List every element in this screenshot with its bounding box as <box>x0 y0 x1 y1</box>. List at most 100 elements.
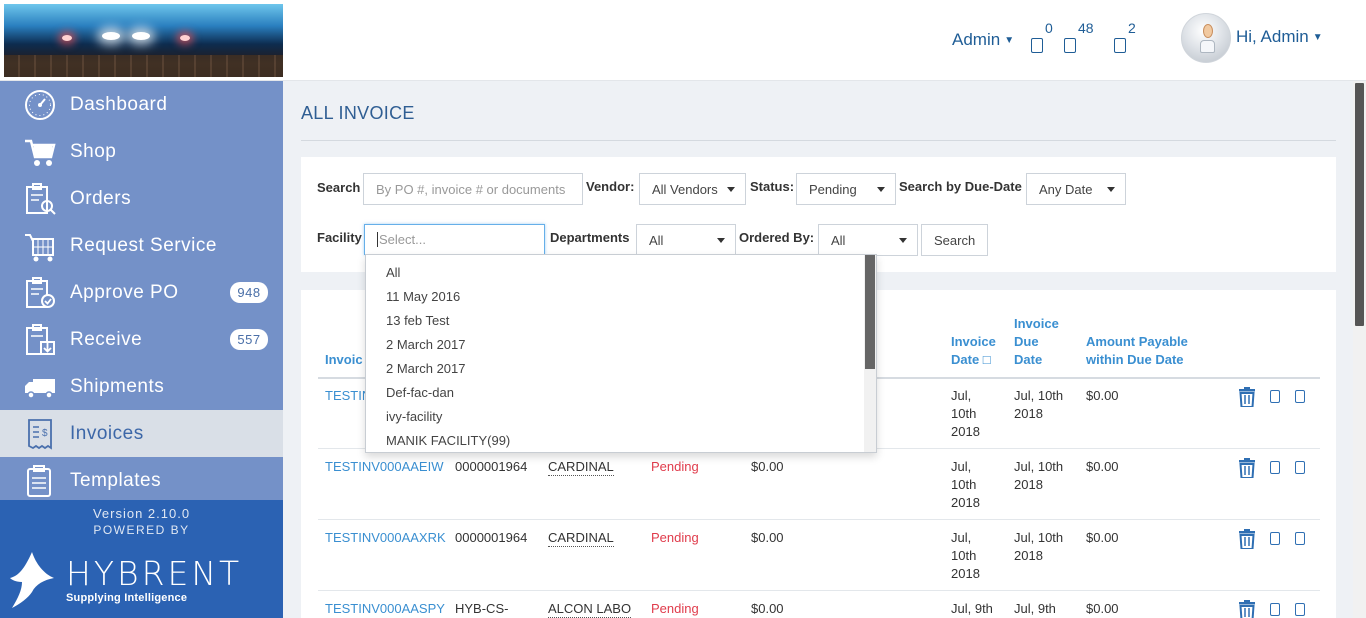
user-menu[interactable]: Hi, Admin ▼ <box>1236 27 1323 47</box>
facility-option[interactable]: 2 March 2017 <box>386 361 466 376</box>
sidebar-item-shop[interactable]: Shop <box>0 128 283 175</box>
po-number: 0000001964 <box>455 459 528 474</box>
edit-icon[interactable] <box>1270 390 1280 403</box>
status-badge: Pending <box>651 601 699 616</box>
avatar[interactable] <box>1181 13 1231 63</box>
column-header-due-date[interactable]: Invoice Due Date <box>1014 315 1059 369</box>
text-cursor <box>377 232 378 247</box>
sidebar-item-label: Shipments <box>70 375 165 397</box>
dropdown-scrollbar-thumb[interactable] <box>865 255 875 369</box>
search-input[interactable]: By PO #, invoice # or documents <box>363 173 583 205</box>
sidebar-item-approve-po[interactable]: Approve PO 948 <box>0 269 283 316</box>
invoice-link[interactable]: TESTINV000AASPY <box>325 600 445 618</box>
header-line: Due <box>1014 334 1039 349</box>
search-button[interactable]: Search <box>921 224 988 256</box>
invoice-date: Jul, 10th 2018 <box>951 458 980 512</box>
view-icon[interactable] <box>1295 603 1305 616</box>
invoice-icon: $ <box>23 417 57 451</box>
sidebar-item-receive[interactable]: Receive 557 <box>0 316 283 363</box>
date-line: 2018 <box>1014 406 1043 421</box>
facility-option[interactable]: 11 May 2016 <box>386 289 460 304</box>
column-header-invoice[interactable]: Invoic <box>325 351 363 369</box>
header-line: Amount Payable <box>1086 334 1188 349</box>
departments-select[interactable]: All <box>636 224 736 256</box>
amount-payable: $0.00 <box>1086 530 1119 545</box>
date-line: 2018 <box>951 566 980 581</box>
sidebar-item-templates[interactable]: Templates <box>0 457 283 504</box>
dropdown-scrollbar[interactable] <box>864 255 876 452</box>
trash-icon[interactable] <box>1238 458 1256 478</box>
sidebar-item-invoices[interactable]: $ Invoices <box>0 410 283 457</box>
vendor-select-value: All Vendors <box>652 181 718 197</box>
request-service-icon <box>23 229 57 263</box>
facility-option[interactable]: ivy-facility <box>386 409 442 424</box>
facility-option[interactable]: 2 March 2017 <box>386 337 466 352</box>
status-select-value: Pending <box>809 181 857 197</box>
facility-input[interactable]: Select... <box>364 224 545 255</box>
svg-text:$: $ <box>42 428 48 439</box>
sidebar-item-dashboard[interactable]: Dashboard <box>0 81 283 128</box>
vendor-name[interactable]: CARDINAL <box>548 530 614 547</box>
sidebar-item-request-service[interactable]: Request Service <box>0 222 283 269</box>
due-date: Jul, 10th 2018 <box>1014 458 1063 494</box>
due-date: Jul, 10th 2018 <box>1014 387 1063 423</box>
trash-icon[interactable] <box>1238 529 1256 549</box>
sidebar-item-orders[interactable]: Orders <box>0 175 283 222</box>
vendor-select[interactable]: All Vendors <box>639 173 746 205</box>
date-line: 2018 <box>951 424 980 439</box>
column-header-amount-payable[interactable]: Amount Payable within Due Date <box>1086 333 1188 369</box>
invoice-date: Jul, 10th 2018 <box>951 529 980 583</box>
due-date-select-value: Any Date <box>1039 181 1093 197</box>
sidebar-item-shipments[interactable]: Shipments <box>0 363 283 410</box>
task-icon[interactable]: 2 <box>1114 20 1136 55</box>
edit-icon[interactable] <box>1270 532 1280 545</box>
message-icon[interactable]: 48 <box>1064 20 1094 55</box>
ordered-by-select[interactable]: All <box>818 224 918 256</box>
status-select[interactable]: Pending <box>796 173 896 205</box>
date-line: 10th <box>951 406 977 421</box>
ordered-by-label: Ordered By: <box>739 230 815 245</box>
vendor-name[interactable]: CARDINAL <box>548 459 614 476</box>
invoice-link[interactable]: TESTINV000AAEIW <box>325 458 443 476</box>
admin-menu[interactable]: Admin ▼ <box>952 30 1014 50</box>
edit-icon[interactable] <box>1270 461 1280 474</box>
header-line: Date □ <box>951 352 991 367</box>
notification-count: 0 <box>1045 20 1053 36</box>
amount-payable: $0.00 <box>1086 388 1119 403</box>
status-badge: Pending <box>651 530 699 545</box>
header-banner-image <box>4 4 283 77</box>
facility-option[interactable]: 13 feb Test <box>386 313 449 328</box>
page-title: ALL INVOICE <box>301 103 415 123</box>
view-icon[interactable] <box>1295 532 1305 545</box>
templates-icon <box>23 464 57 498</box>
page-scrollbar[interactable] <box>1353 81 1366 618</box>
vendor-name[interactable]: ALCON LABO <box>548 601 632 618</box>
user-greeting: Hi, Admin <box>1236 27 1309 46</box>
invoice-amount: $0.00 <box>751 459 784 474</box>
edit-icon[interactable] <box>1270 603 1280 616</box>
caret-down-icon: ▼ <box>1004 35 1015 47</box>
orders-icon <box>23 182 57 216</box>
facility-option[interactable]: MANIK FACILITY(99) <box>386 433 510 448</box>
date-line: Jul, <box>951 388 972 403</box>
view-icon[interactable] <box>1295 461 1305 474</box>
receive-count-badge: 557 <box>230 329 268 350</box>
invoice-amount: $0.00 <box>751 530 784 545</box>
hybrent-bird-icon <box>10 552 54 608</box>
invoice-link[interactable]: TESTINV000AAXRK <box>325 529 446 547</box>
po-number: HYB-CS- <box>455 601 509 616</box>
caret-down-icon: ▼ <box>1312 32 1323 44</box>
facility-option[interactable]: Def-fac-dan <box>386 385 454 400</box>
chevron-down-icon <box>899 238 907 243</box>
trash-icon[interactable] <box>1238 600 1256 618</box>
facility-option[interactable]: All <box>386 265 400 280</box>
view-icon[interactable] <box>1295 390 1305 403</box>
title-divider <box>301 140 1336 141</box>
amount-payable: $0.00 <box>1086 459 1119 474</box>
due-date-select[interactable]: Any Date <box>1026 173 1126 205</box>
trash-icon[interactable] <box>1238 387 1256 407</box>
column-header-invoice-date[interactable]: Invoice Date □ <box>951 333 996 369</box>
page-scrollbar-thumb[interactable] <box>1355 83 1364 326</box>
row-actions <box>1238 529 1308 549</box>
notification-icon[interactable]: 0 <box>1031 20 1053 55</box>
